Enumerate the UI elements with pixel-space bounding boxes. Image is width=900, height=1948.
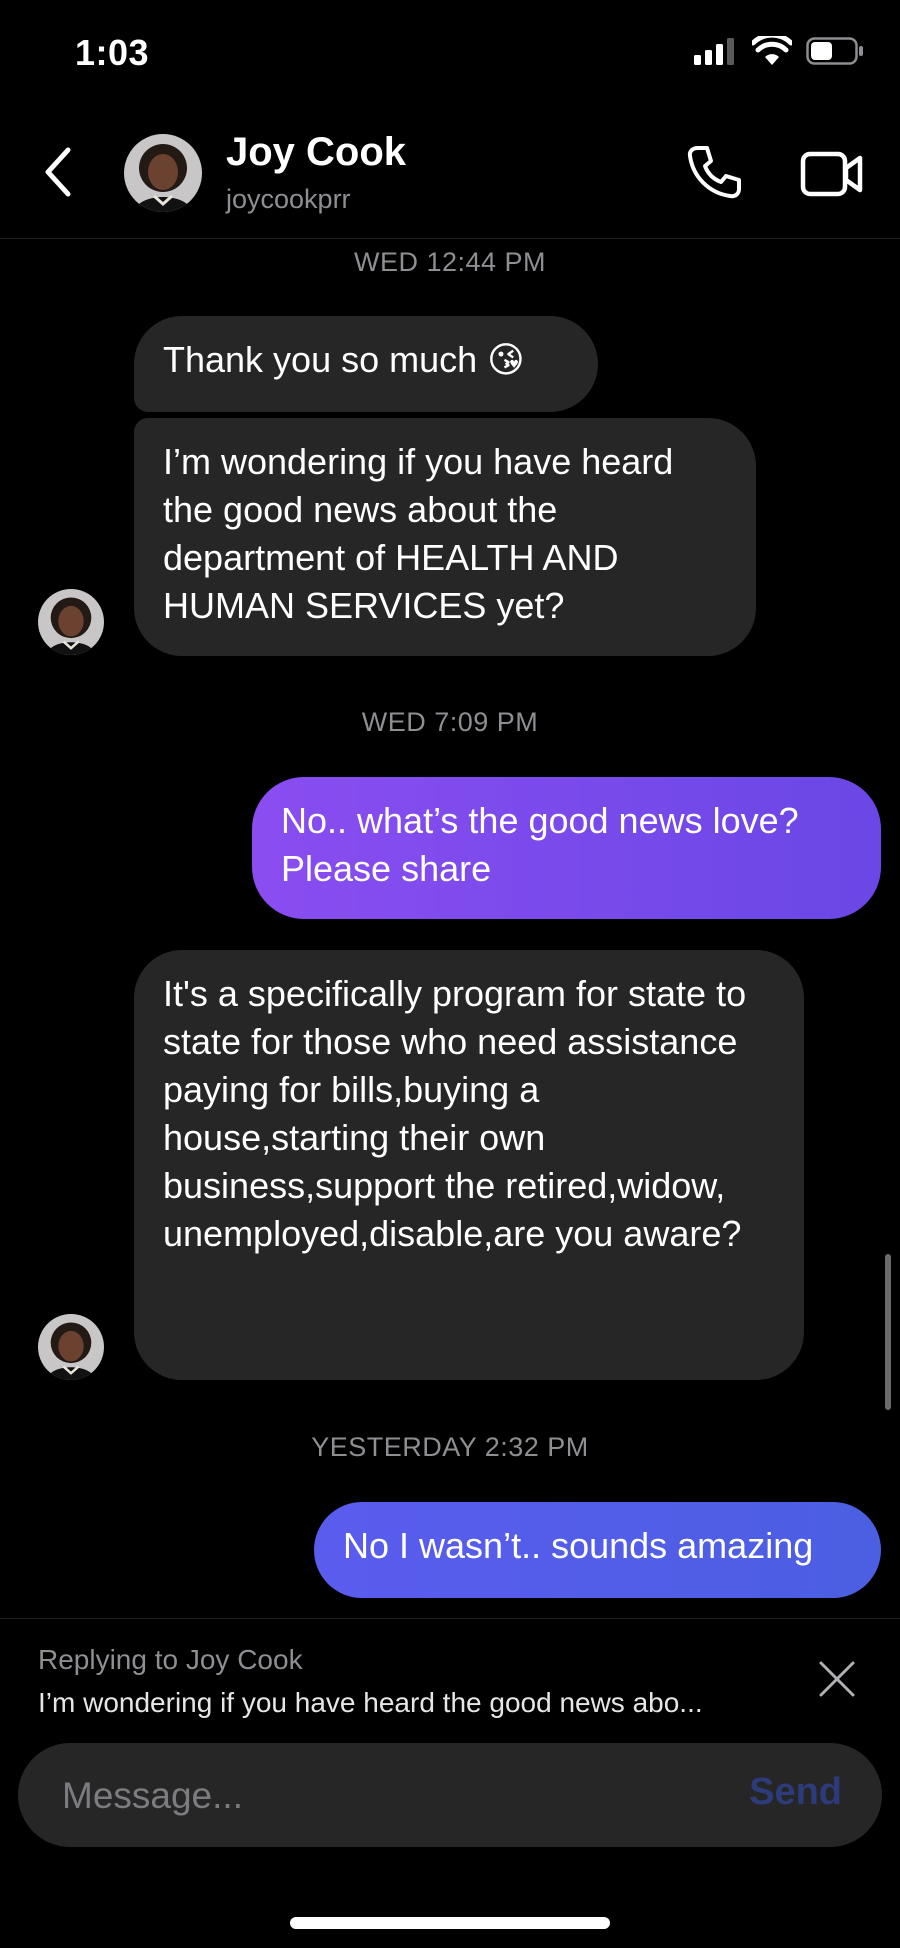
avatar[interactable] <box>124 134 202 212</box>
back-button[interactable] <box>38 142 78 202</box>
message-input[interactable] <box>60 1743 704 1849</box>
reply-snippet: I’m wondering if you have heard the good… <box>38 1687 703 1718</box>
avatar[interactable] <box>38 1314 104 1380</box>
status-time: 1:03 <box>75 32 150 73</box>
message-bubble-incoming[interactable]: It's a specifically program for state to… <box>134 950 804 1380</box>
avatar[interactable] <box>38 589 104 655</box>
status-icons <box>694 36 864 66</box>
phone-call-icon[interactable] <box>684 142 744 202</box>
wifi-icon <box>752 36 792 65</box>
timestamp: YESTERDAY 2:32 PM <box>311 1432 589 1462</box>
message-bubble-incoming[interactable]: Thank you so much 😘 <box>134 316 598 412</box>
send-button[interactable]: Send <box>749 1771 842 1814</box>
message-bubble-incoming[interactable]: I’m wondering if you have heard the good… <box>134 418 756 656</box>
home-indicator[interactable] <box>290 1917 610 1929</box>
divider <box>0 1618 900 1619</box>
message-bubble-outgoing[interactable]: No.. what’s the good news love? Please s… <box>252 777 881 919</box>
message-bubble-outgoing[interactable]: No I wasn’t.. sounds amazing <box>314 1502 881 1598</box>
battery-icon <box>806 37 863 65</box>
video-call-icon[interactable] <box>800 148 864 200</box>
signal-icon <box>694 38 734 65</box>
contact-name[interactable]: Joy Cook <box>226 130 406 175</box>
timestamp: WED 12:44 PM <box>353 247 547 277</box>
close-icon[interactable] <box>818 1660 856 1698</box>
avatar-icon <box>38 589 104 655</box>
reply-label: Replying to Joy Cook <box>38 1644 303 1675</box>
message-composer: Send <box>18 1743 882 1849</box>
avatar-icon <box>38 1314 104 1380</box>
contact-handle: joycookprr <box>226 184 351 214</box>
avatar-icon <box>124 134 202 212</box>
timestamp: WED 7:09 PM <box>361 707 539 737</box>
scrollbar[interactable] <box>885 1254 891 1410</box>
